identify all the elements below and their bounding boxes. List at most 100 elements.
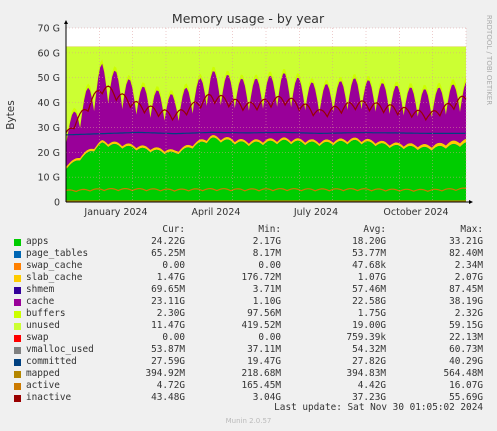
legend-value-avg: 54.32M: [352, 344, 386, 355]
legend-value-min: 419.52M: [241, 320, 281, 331]
y-axis-arrow: [64, 20, 68, 24]
legend-item-shmem: shmem 69.65M 3.71M 57.46M 87.45M: [0, 284, 497, 296]
legend-value-max: 38.19G: [449, 296, 483, 307]
legend-value-min: 176.72M: [241, 272, 281, 283]
legend-value-cur: 27.59G: [151, 356, 185, 367]
legend-value-min: 97.56M: [247, 308, 281, 319]
legend-label: slab_cache: [26, 272, 83, 283]
legend-value-min: 2.17G: [252, 236, 281, 247]
legend-value-avg: 47.68k: [352, 260, 386, 271]
x-tick-label: July 2024: [293, 207, 338, 218]
legend-label: active: [26, 380, 60, 391]
legend-value-avg: 4.42G: [357, 380, 386, 391]
y-tick-label: 30 G: [38, 123, 60, 134]
legend-value-cur: 394.92M: [145, 368, 185, 379]
legend-value-cur: 11.47G: [151, 320, 185, 331]
legend-label: cache: [26, 296, 55, 307]
legend-value-avg: 1.75G: [357, 308, 386, 319]
munin-version: Munin 2.0.57: [225, 417, 272, 425]
chart-title: Memory usage - by year: [172, 11, 325, 26]
legend-item-slab-cache: slab_cache 1.47G 176.72M 1.07G 2.07G: [0, 272, 497, 284]
legend-value-min: 3.71M: [252, 284, 281, 295]
legend-item-active: active 4.72G 165.45M 4.42G 16.07G: [0, 380, 497, 392]
legend-swatch: [14, 299, 21, 306]
legend-swatch: [14, 239, 21, 246]
legend-value-min: 19.47G: [247, 356, 281, 367]
y-axis-label: Bytes: [5, 100, 17, 129]
legend-value-avg: 27.82G: [352, 356, 386, 367]
legend-item-swap: swap 0.00 0.00 759.39k 22.13M: [0, 332, 497, 344]
legend-value-max: 82.40M: [449, 248, 483, 259]
legend-item-mapped: mapped 394.92M 218.68M 394.83M 564.48M: [0, 368, 497, 380]
legend-item-cache: cache 23.11G 1.10G 22.58G 38.19G: [0, 296, 497, 308]
legend-swatch: [14, 395, 21, 402]
legend-label: shmem: [26, 284, 55, 295]
x-tick-label: April 2024: [192, 207, 241, 218]
legend-value-min: 8.17M: [252, 248, 281, 259]
legend-value-max: 2.34M: [454, 260, 483, 271]
legend-swatch: [14, 263, 21, 270]
legend-swatch: [14, 275, 21, 282]
rrdtool-credit: RRDTOOL / TOBI OETIKER: [485, 15, 493, 105]
legend-value-avg: 759.39k: [346, 332, 386, 343]
legend-value-avg: 1.07G: [357, 272, 386, 283]
legend-label: mapped: [26, 368, 60, 379]
legend-value-cur: 0.00: [162, 332, 185, 343]
legend-value-max: 40.29G: [449, 356, 483, 367]
legend-value-min: 0.00: [258, 332, 281, 343]
legend-swatch: [14, 383, 21, 390]
y-tick-label: 10 G: [38, 173, 60, 184]
legend-header-max: Max:: [460, 224, 483, 235]
legend-value-min: 165.45M: [241, 380, 281, 391]
legend-value-cur: 65.25M: [151, 248, 185, 259]
legend-header-min: Min:: [258, 224, 281, 235]
legend-item-committed: committed 27.59G 19.47G 27.82G 40.29G: [0, 356, 497, 368]
x-tick-label: January 2024: [83, 207, 147, 218]
legend-label: inactive: [26, 392, 72, 403]
legend-label: page_tables: [26, 248, 89, 259]
last-update: Last update: Sat Nov 30 01:05:02 2024: [274, 402, 483, 413]
legend-value-cur: 69.65M: [151, 284, 185, 295]
y-tick-label: 70 G: [38, 24, 60, 35]
legend-value-min: 3.04G: [252, 392, 281, 403]
legend-value-max: 22.13M: [449, 332, 483, 343]
legend-label: buffers: [26, 308, 66, 319]
legend-value-max: 564.48M: [443, 368, 483, 379]
legend-value-avg: 19.00G: [352, 320, 386, 331]
legend-label: vmalloc_used: [26, 344, 94, 355]
memory-usage-chart: 0 10 G 20 G 30 G 40 G 50 G 60 G 70 G January 202…: [5, 11, 493, 218]
legend-value-cur: 4.72G: [156, 380, 185, 391]
legend-value-avg: 18.20G: [352, 236, 386, 247]
legend-label: swap: [26, 332, 49, 343]
y-tick-label: 60 G: [38, 48, 60, 59]
legend-value-max: 2.07G: [454, 272, 483, 283]
legend-label: unused: [26, 320, 60, 331]
legend-item-buffers: buffers 2.30G 97.56M 1.75G 2.32G: [0, 308, 497, 320]
legend-swatch: [14, 287, 21, 294]
legend-value-max: 33.21G: [449, 236, 483, 247]
legend-header: Cur: Min: Avg: Max:: [0, 224, 497, 236]
legend-value-min: 1.10G: [252, 296, 281, 307]
legend-value-min: 218.68M: [241, 368, 281, 379]
legend-value-max: 87.45M: [449, 284, 483, 295]
y-tick-label: 0: [54, 198, 60, 209]
legend-value-max: 59.15G: [449, 320, 483, 331]
legend-swatch: [14, 251, 21, 258]
legend-item-vmalloc-used: vmalloc_used 53.87M 37.11M 54.32M 60.73M: [0, 344, 497, 356]
legend-swatch: [14, 347, 21, 354]
legend-label: apps: [26, 236, 49, 247]
legend-label: committed: [26, 356, 77, 367]
legend-swatch: [14, 311, 21, 318]
legend-swatch: [14, 359, 21, 366]
legend-value-max: 2.32G: [454, 308, 483, 319]
legend-value-avg: 22.58G: [352, 296, 386, 307]
legend-item-swap-cache: swap_cache 0.00 0.00 47.68k 2.34M: [0, 260, 497, 272]
legend-item-unused: unused 11.47G 419.52M 19.00G 59.15G: [0, 320, 497, 332]
legend-value-avg: 53.77M: [352, 248, 386, 259]
legend-value-cur: 0.00: [162, 260, 185, 271]
legend-item-page-tables: page_tables 65.25M 8.17M 53.77M 82.40M: [0, 248, 497, 260]
legend-value-cur: 24.22G: [151, 236, 185, 247]
legend-value-cur: 43.48G: [151, 392, 185, 403]
legend-swatch: [14, 323, 21, 330]
y-tick-label: 40 G: [38, 98, 60, 109]
